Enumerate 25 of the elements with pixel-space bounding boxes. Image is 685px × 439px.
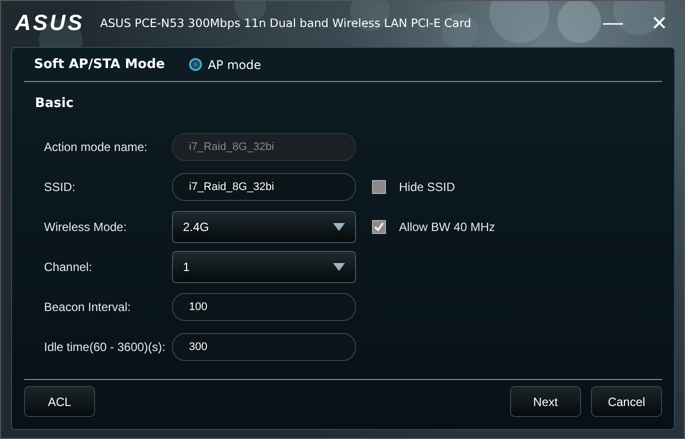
field-label: Channel: [44, 260, 94, 274]
mode-label: Soft AP/STA Mode [34, 57, 165, 72]
checkbox[interactable]: Allow BW 40 MHz [372, 220, 496, 234]
section-title: Basic [34, 95, 75, 113]
dropdown[interactable]: 1 [172, 251, 356, 283]
field-label: Wireless Mode: [44, 220, 128, 234]
window-title: ASUS PCE-N53 300Mbps 11n Dual band Wireless LAN PCI-E Card [100, 16, 472, 30]
input-field[interactable]: 100 [172, 293, 356, 321]
field-label: Beacon Interval: [44, 300, 132, 314]
field-label: Action mode name: [44, 140, 148, 154]
field-label: Idle time(60 - 3600)(s): [44, 340, 166, 354]
dropdown[interactable]: 2.4G [172, 211, 356, 243]
checkbox[interactable]: Hide SSID [372, 180, 456, 194]
next-button[interactable]: Next [510, 386, 581, 417]
mode-radio[interactable]: AP mode [188, 58, 262, 72]
acl-button[interactable]: ACL [24, 386, 95, 417]
input-field[interactable]: 300 [172, 333, 356, 361]
input-field[interactable]: i7_Raid_8G_32bi [172, 173, 356, 201]
cancel-button[interactable]: Cancel [591, 386, 662, 417]
field-label: SSID: [44, 180, 76, 194]
caret-icon [333, 263, 345, 271]
minimize-button[interactable]: — [597, 12, 629, 34]
caret-icon [333, 223, 345, 231]
close-button[interactable]: ✕ [645, 10, 674, 36]
logo: ASUS [15, 10, 84, 36]
